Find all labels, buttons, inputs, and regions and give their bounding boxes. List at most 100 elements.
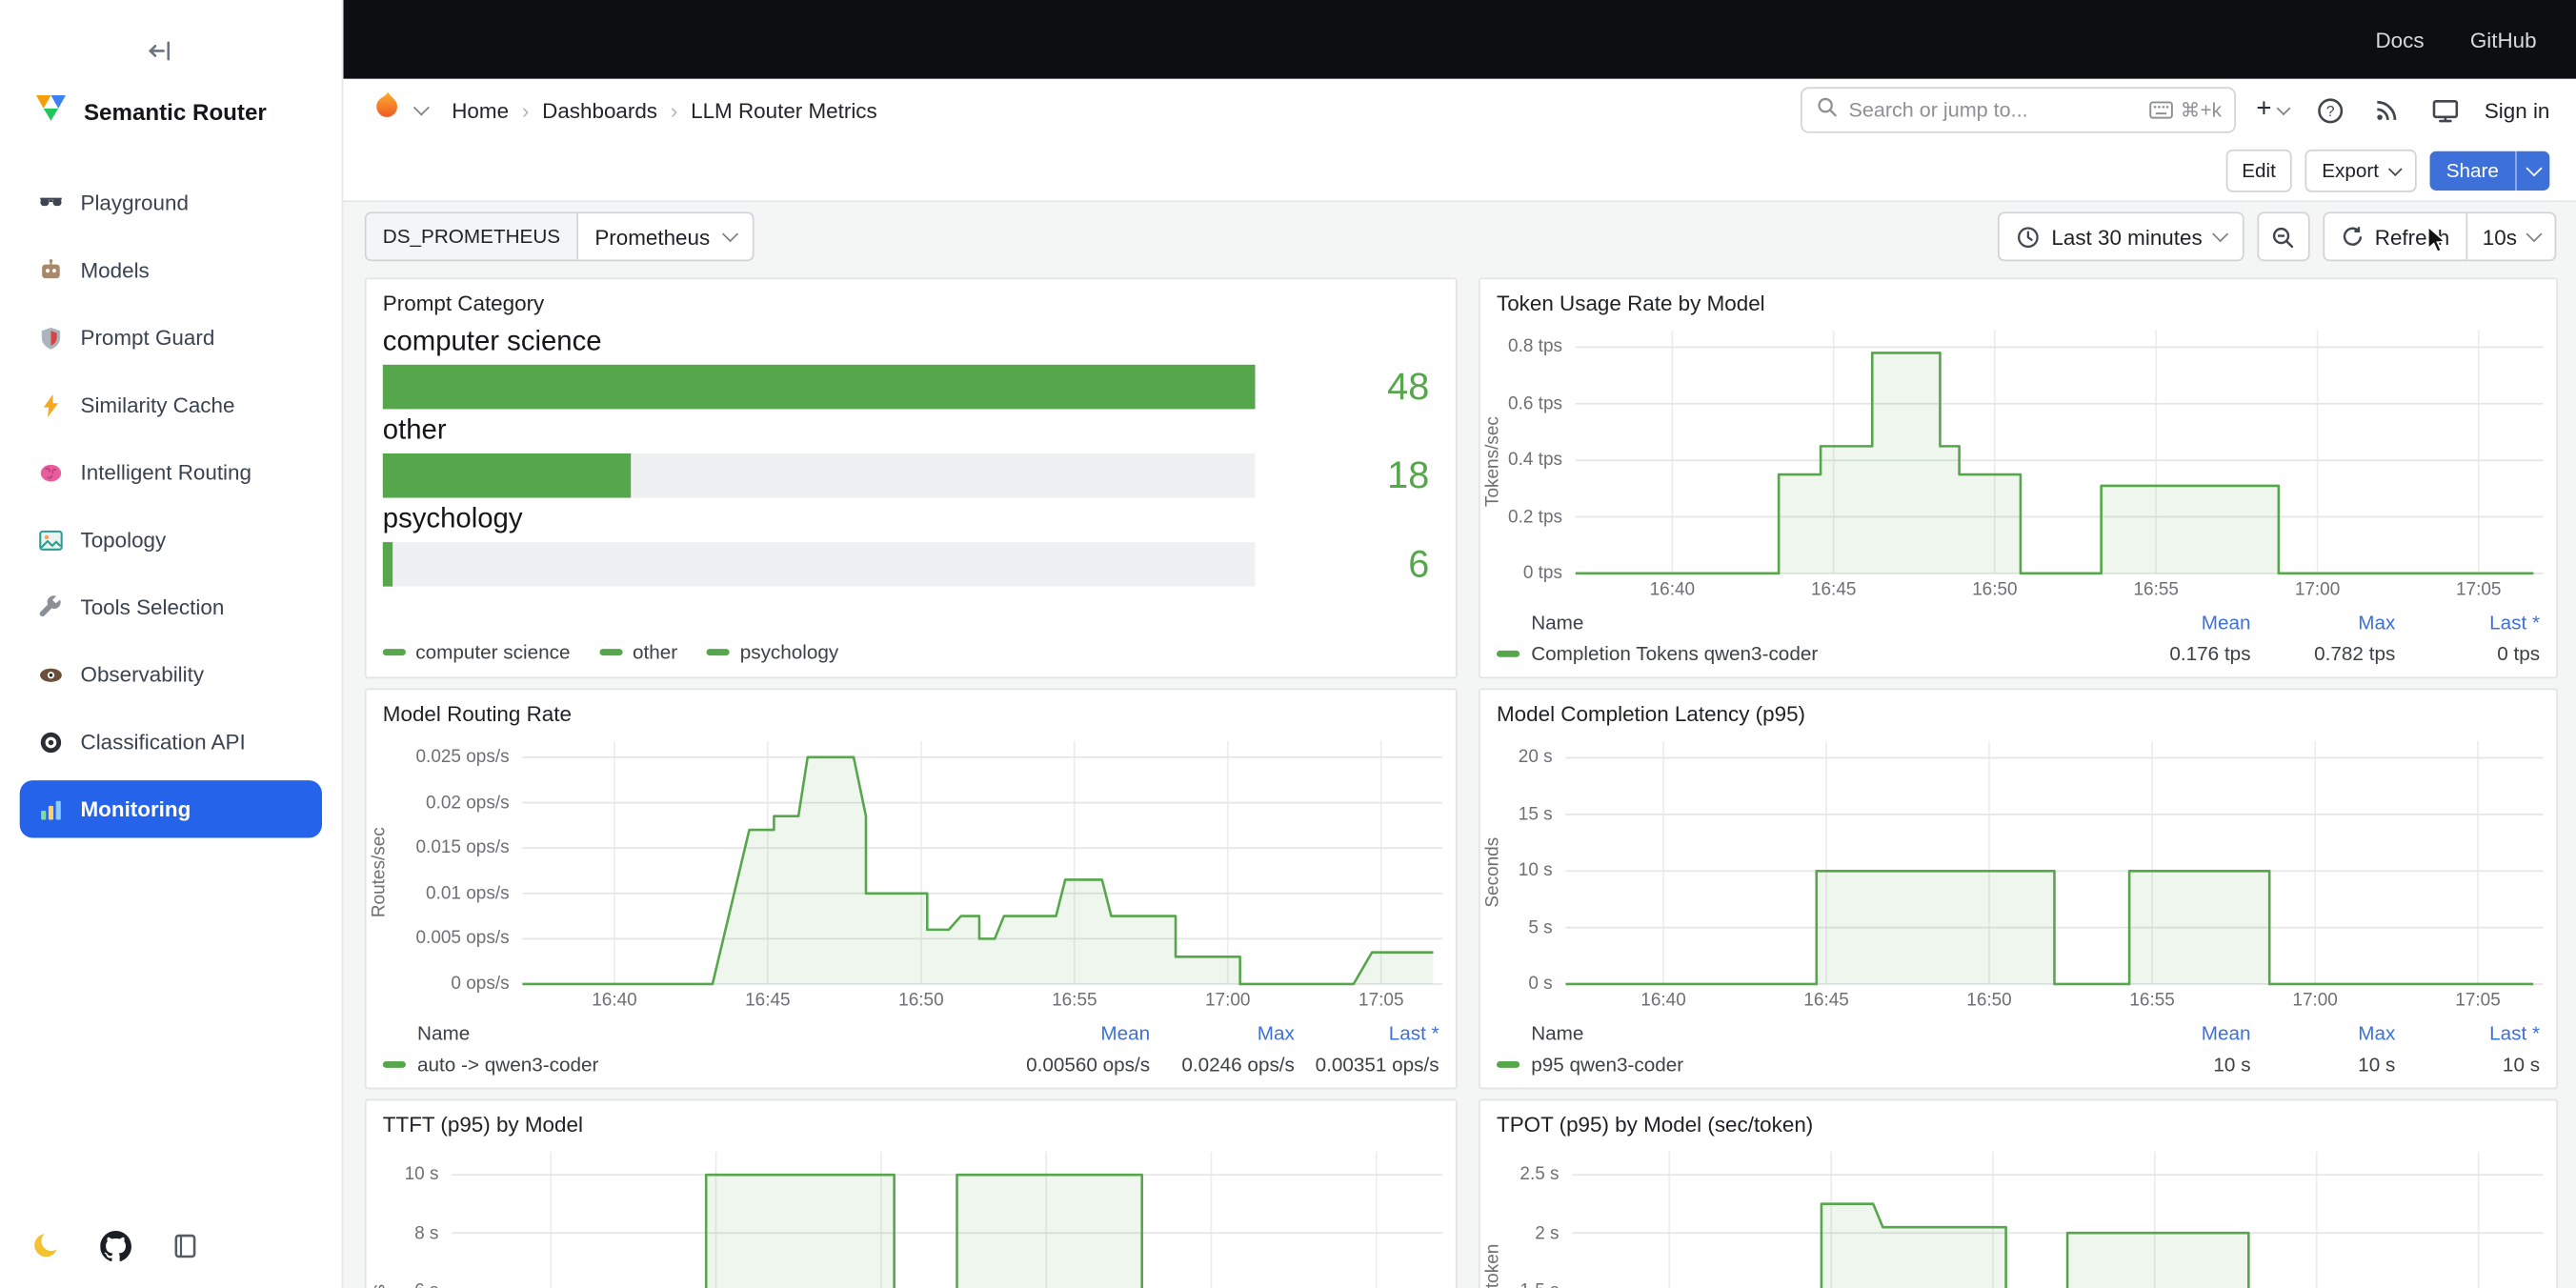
series-color-key (707, 649, 730, 655)
sidebar-item-label: Playground (80, 191, 188, 215)
breadcrumb-item[interactable]: LLM Router Metrics (691, 98, 877, 123)
panel-title[interactable]: Token Usage Rate by Model (1480, 279, 2557, 317)
news-rss-icon[interactable] (2366, 89, 2409, 131)
x-axis-tick: 17:00 (1188, 991, 1267, 1011)
breadcrumb-item[interactable]: Home (452, 98, 509, 123)
panel-title[interactable]: Prompt Category (367, 279, 1456, 317)
sidebar-item-playground[interactable]: Playground (20, 174, 322, 231)
sidebar-item-label: Intelligent Routing (80, 460, 251, 485)
app-root: Semantic Router Playground Models Prompt G… (0, 0, 2576, 1288)
github-icon[interactable] (98, 1229, 131, 1261)
topology-icon (36, 526, 64, 553)
panel-title[interactable]: TTFT (p95) by Model (367, 1100, 1456, 1138)
sidebar-item-classification-api[interactable]: Classification API (20, 713, 322, 770)
refresh-controls: Refresh 10s (2323, 211, 2557, 261)
sidebar-item-label: Similarity Cache (80, 392, 234, 417)
sidebar-item-observability[interactable]: Observability (20, 646, 322, 703)
breadcrumb-separator: › (671, 98, 677, 123)
sidebar-item-label: Tools Selection (80, 594, 224, 619)
display-icon[interactable] (2424, 89, 2466, 131)
sign-in-button[interactable]: Sign in (2485, 98, 2550, 123)
sidebar-item-similarity-cache[interactable]: Similarity Cache (20, 376, 322, 433)
y-axis-tick: 0.6 tps (1499, 392, 1562, 415)
legend-item[interactable]: computer science (383, 641, 571, 664)
bar-legend: computer science other psychology (383, 628, 1429, 667)
latency-chart[interactable]: 0 s5 s10 s15 s20 s16:4016:4516:5016:5517… (1480, 728, 2557, 1017)
panel-title[interactable]: Model Completion Latency (p95) (1480, 690, 2557, 728)
export-button[interactable]: Export (2305, 150, 2417, 192)
breadcrumb-item[interactable]: Dashboards (542, 98, 657, 123)
datasource-value[interactable]: Prometheus (578, 213, 753, 259)
refresh-button[interactable]: Refresh (2324, 213, 2465, 259)
time-range-picker[interactable]: Last 30 minutes (1997, 211, 2243, 261)
panel-token-usage-rate: Token Usage Rate by Model 0 tps0.2 tps0.… (1479, 277, 2558, 678)
refresh-icon (2341, 225, 2364, 248)
app-logo[interactable]: Semantic Router (32, 89, 315, 133)
sidebar-item-label: Models (80, 258, 149, 283)
bar-track (383, 365, 1256, 410)
refresh-interval-picker[interactable]: 10s (2466, 213, 2555, 259)
sidebar-item-topology[interactable]: Topology (20, 511, 322, 568)
share-button[interactable]: Share (2429, 151, 2549, 191)
sidebar-item-models[interactable]: Models (20, 241, 322, 298)
dashboard-actions: Edit Export Share (343, 141, 2576, 202)
sidebar-collapse-icon[interactable] (145, 36, 174, 66)
series-color-key (383, 1060, 406, 1067)
tpot-chart[interactable]: 0 s0.5 s1 s1.5 s2 s2.5 s16:4016:4516:501… (1480, 1138, 2557, 1288)
sidebar-item-tools-selection[interactable]: Tools Selection (20, 578, 322, 635)
y-axis-label: Tokens/sec (1483, 416, 1503, 507)
sidebar-item-monitoring[interactable]: Monitoring (20, 780, 322, 837)
panel-ttft: TTFT (p95) by Model 0 s2 s4 s6 s8 s10 s1… (365, 1099, 1458, 1288)
theme-toggle-icon[interactable] (30, 1229, 62, 1261)
bar-gauge: computer science48other18psychology6 com… (367, 317, 1456, 677)
y-axis-tick: 0 ops/s (386, 973, 509, 996)
panel-title[interactable]: Model Routing Rate (367, 690, 1456, 728)
sidebar-item-intelligent-routing[interactable]: Intelligent Routing (20, 444, 322, 501)
bar-category-label: computer science (383, 325, 1429, 357)
y-axis-label: Seconds (370, 1283, 390, 1288)
x-axis-tick: 16:45 (728, 991, 807, 1011)
docs-book-icon[interactable] (168, 1229, 200, 1261)
y-axis-tick: 0.2 tps (1499, 505, 1562, 528)
x-axis-tick: 16:55 (2117, 580, 2196, 600)
ttft-chart[interactable]: 0 s2 s4 s6 s8 s10 s16:4016:4516:5016:551… (367, 1138, 1456, 1288)
clock-icon (2015, 224, 2040, 249)
eye-icon (36, 660, 64, 688)
lightning-icon (36, 391, 64, 418)
topbar: Docs GitHub (343, 0, 2576, 79)
dashboard-controls: DS_PROMETHEUS Prometheus Last 30 minutes (365, 211, 2556, 261)
x-axis-tick: 16:55 (1035, 991, 1114, 1011)
routing-rate-chart[interactable]: 0 ops/s0.005 ops/s0.01 ops/s0.015 ops/s0… (367, 728, 1456, 1017)
x-axis-tick: 16:50 (1955, 580, 2034, 600)
zoom-out-button[interactable] (2257, 211, 2309, 261)
y-axis-label: Seconds (1483, 837, 1503, 908)
topbar-link-docs[interactable]: Docs (2375, 27, 2424, 51)
legend-header: Name Mean Max Last * (1497, 1016, 2540, 1048)
x-axis-tick: 17:00 (2276, 991, 2355, 1011)
panel-tpot: TPOT (p95) by Model (sec/token) 0 s0.5 s… (1479, 1099, 2558, 1288)
bar-fill (383, 453, 632, 498)
x-axis-tick: 16:45 (1794, 580, 1873, 600)
sidebar-item-prompt-guard[interactable]: Prompt Guard (20, 309, 322, 366)
add-icon[interactable]: + (2251, 89, 2294, 131)
keyboard-icon (2149, 100, 2174, 120)
panel-model-routing-rate: Model Routing Rate 0 ops/s0.005 ops/s0.0… (365, 689, 1458, 1090)
bar-value: 18 (1278, 456, 1430, 494)
legend-item[interactable]: other (600, 641, 678, 664)
token-usage-chart[interactable]: 0 tps0.2 tps0.4 tps0.6 tps0.8 tps16:4016… (1480, 317, 2557, 607)
datasource-picker[interactable]: DS_PROMETHEUS Prometheus (365, 211, 755, 261)
share-caret-icon[interactable] (2515, 151, 2549, 191)
org-switcher-caret-icon[interactable] (413, 99, 430, 115)
y-axis-tick: 5 s (1499, 916, 1552, 939)
topbar-link-github[interactable]: GitHub (2470, 27, 2537, 51)
panel-title[interactable]: TPOT (p95) by Model (sec/token) (1480, 1100, 2557, 1138)
grafana-logo-icon[interactable] (370, 89, 404, 131)
help-icon[interactable]: ? (2308, 89, 2351, 131)
x-axis-tick: 17:00 (2278, 580, 2357, 600)
panel-grid: Prompt Category computer science48other1… (365, 277, 2556, 1288)
bar-track (383, 453, 1256, 498)
edit-button[interactable]: Edit (2225, 150, 2292, 192)
search-input[interactable]: Search or jump to... ⌘+k (1801, 87, 2236, 132)
y-axis-tick: 0.025 ops/s (386, 746, 509, 769)
legend-item[interactable]: psychology (707, 641, 838, 664)
